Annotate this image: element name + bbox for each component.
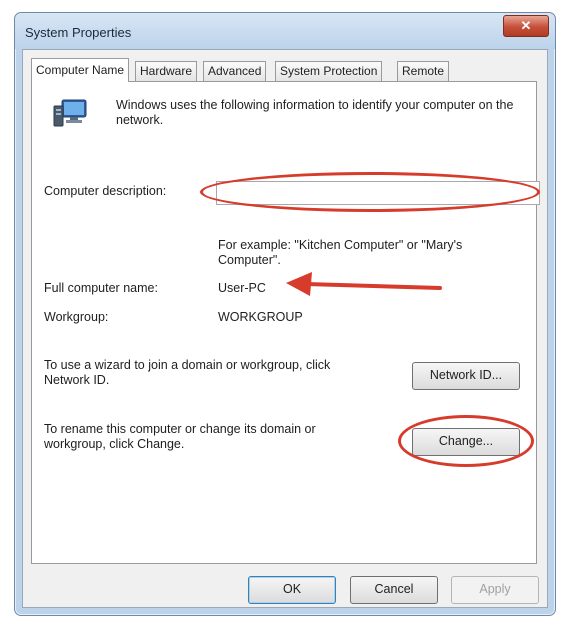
close-icon: ✕ [520, 18, 532, 33]
tab-system-protection[interactable]: System Protection [275, 61, 383, 81]
tab-remote[interactable]: Remote [397, 61, 450, 81]
dialog-client-area: Computer Name Hardware Advanced System P… [22, 49, 548, 608]
full-computer-name-value: User-PC [218, 281, 266, 295]
tab-advanced[interactable]: Advanced [203, 61, 267, 81]
system-properties-window: System Properties ✕ Computer Name Hardwa… [14, 12, 556, 616]
apply-button[interactable]: Apply [451, 576, 539, 604]
ok-button[interactable]: OK [248, 576, 336, 604]
cancel-button[interactable]: Cancel [350, 576, 438, 604]
change-button[interactable]: Change... [412, 428, 520, 456]
computer-network-icon [53, 99, 87, 127]
info-text: Windows uses the following information t… [116, 98, 514, 127]
close-button[interactable]: ✕ [503, 15, 549, 37]
workgroup-label: Workgroup: [44, 310, 109, 324]
window-title: System Properties [25, 25, 132, 40]
tab-computer-name[interactable]: Computer Name [31, 58, 130, 82]
red-arrow-icon [286, 272, 442, 296]
full-computer-name-label: Full computer name: [44, 281, 158, 295]
network-id-button[interactable]: Network ID... [412, 362, 520, 390]
computer-description-label: Computer description: [44, 184, 167, 198]
computer-description-input[interactable] [216, 181, 540, 205]
title-bar[interactable]: System Properties ✕ [15, 13, 555, 49]
rename-instructions: To rename this computer or change its do… [44, 422, 316, 451]
workgroup-value: WORKGROUP [218, 310, 303, 324]
network-id-instructions: To use a wizard to join a domain or work… [44, 358, 331, 387]
description-example-text: For example: "Kitchen Computer" or "Mary… [218, 238, 463, 267]
computer-name-panel: Windows uses the following information t… [31, 81, 540, 564]
tab-hardware[interactable]: Hardware [135, 61, 198, 81]
